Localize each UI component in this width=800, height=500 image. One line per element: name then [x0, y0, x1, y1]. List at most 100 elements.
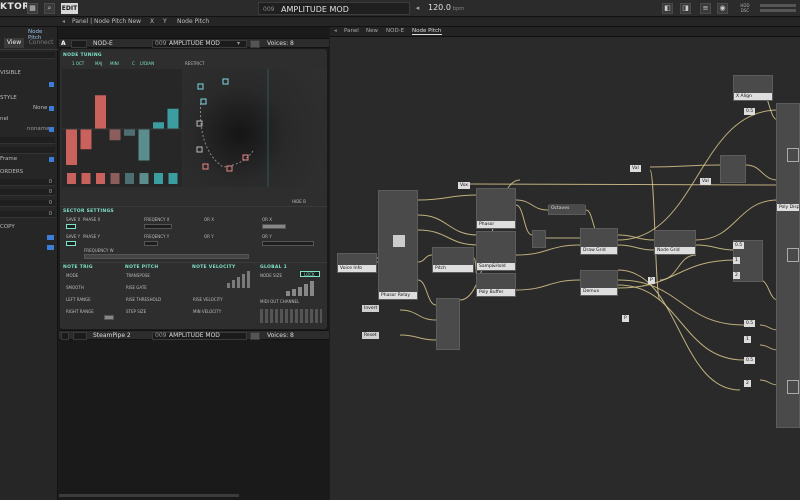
audio-icon[interactable]: ◉ [717, 3, 728, 14]
second-instrument-icon[interactable] [73, 332, 87, 340]
second-instrument-toggle[interactable] [61, 332, 69, 340]
const-val-2[interactable]: Val [700, 178, 711, 185]
edit-button[interactable]: EDIT [61, 3, 78, 14]
grid-icon[interactable]: ▦ [27, 3, 38, 14]
sector-x-toggle[interactable] [66, 224, 76, 229]
search-icon[interactable]: ⌕ [44, 3, 55, 14]
border-field-4[interactable]: 0 [0, 211, 55, 218]
instrument-icon-box[interactable] [71, 40, 87, 48]
second-instrument-name[interactable]: SteamPipe 2 [93, 332, 131, 339]
graph-crumb-2[interactable]: NOD-E [386, 28, 404, 34]
midi-channel-grid[interactable] [260, 309, 322, 323]
freq-x-slider[interactable] [144, 224, 172, 229]
const-1-a[interactable]: 1 [733, 257, 740, 264]
frequency-w-slider[interactable] [84, 254, 249, 259]
node-compare[interactable] [720, 155, 746, 183]
node-xy-align[interactable]: X Align [733, 75, 773, 101]
border-field-1[interactable]: 0 [0, 179, 55, 186]
tuning-scale[interactable]: LYDIAN [140, 61, 154, 66]
graph-crumb-0[interactable]: Panel [344, 28, 359, 34]
node-phasor-relay[interactable]: Phasor Relay [378, 190, 418, 300]
const-p-2[interactable]: P [622, 315, 629, 322]
node-reset[interactable]: Reset [362, 332, 379, 339]
graph-wire [617, 284, 745, 361]
node-phasor[interactable]: Phasor [476, 188, 516, 229]
const-05-a[interactable]: 0.5 [733, 242, 745, 249]
tuning-mini[interactable]: MINI [110, 61, 119, 66]
node-bars-area[interactable] [62, 69, 182, 187]
const-05-c[interactable]: 0.5 [744, 357, 756, 364]
hide-button[interactable]: HIDE B [292, 199, 306, 204]
graph-crumb-1[interactable]: New [366, 28, 378, 34]
node-poly-display[interactable]: Poly Display [776, 103, 800, 428]
or-y-slider[interactable] [262, 241, 314, 246]
copy-toggle-2[interactable] [47, 245, 54, 250]
node-octaves[interactable]: Octaves [548, 204, 586, 215]
const-1-b[interactable]: 1 [744, 336, 751, 343]
tuning-root[interactable]: C [132, 61, 135, 66]
panel-scrollbar[interactable] [59, 494, 239, 497]
graph-crumb-3[interactable]: Node Pitch [412, 28, 442, 35]
border-field-2[interactable]: 0 [0, 189, 55, 196]
sidebar-field-2[interactable] [0, 137, 55, 144]
const-val-1[interactable]: Val [630, 165, 641, 172]
node-bar [124, 129, 135, 136]
trig-right-box[interactable] [104, 315, 114, 320]
node-small-mult[interactable] [532, 230, 546, 248]
node-demux[interactable]: Demux [580, 270, 618, 296]
const-p-1[interactable]: P [648, 277, 655, 284]
tab-view[interactable]: View [4, 38, 24, 48]
tuning-maj[interactable]: MAJ [95, 61, 102, 66]
node-size-meter[interactable] [284, 281, 320, 297]
tab-connect[interactable]: Connect [26, 38, 56, 48]
label-field-value[interactable]: noname [27, 126, 49, 132]
preset-prev-icon[interactable]: ◂ [412, 3, 423, 14]
node-bars-chart[interactable] [62, 69, 182, 187]
instrument-name[interactable]: NOD-E [93, 40, 113, 47]
const-05-b[interactable]: 0.5 [744, 320, 756, 327]
node-node-grid[interactable]: Node Grid [654, 230, 696, 255]
preset-dropdown-icon[interactable]: ▾ [237, 40, 240, 47]
tuning-restrict[interactable]: RESTRICT [185, 61, 204, 66]
breadcrumb-item-4[interactable]: Node Pitch [177, 18, 209, 25]
or-x-slider[interactable] [262, 224, 286, 229]
const-05-d[interactable]: 0.5 [744, 108, 756, 115]
breadcrumb-item-1[interactable]: New [128, 18, 141, 25]
ensemble-label[interactable]: A [61, 40, 66, 47]
const-vox[interactable]: Vox [458, 182, 471, 189]
tempo-display[interactable]: 120.0 bpm [428, 3, 476, 14]
toggle-icon[interactable]: ◨ [680, 3, 691, 14]
nav-back-icon[interactable]: ◂ [62, 18, 65, 25]
node-draw-grid[interactable]: Draw Grid [580, 228, 618, 255]
breadcrumb-item-0[interactable]: Panel | Node Pitch [72, 18, 126, 25]
node-sample-hold[interactable]: Samp&Hold [476, 231, 516, 271]
freq-y-slider[interactable] [144, 241, 158, 246]
style-dropdown-icon[interactable] [49, 106, 54, 111]
sector-y-toggle[interactable] [66, 241, 76, 246]
const-2-a[interactable]: 2 [733, 272, 740, 279]
const-2-b[interactable]: 2 [744, 380, 751, 387]
breadcrumb-item-2[interactable]: X [150, 18, 154, 25]
node-invert[interactable]: Invert [362, 305, 380, 312]
sidebar-field[interactable] [0, 52, 55, 59]
global-lock-button[interactable]: LOCK [300, 271, 320, 277]
node-voice-info[interactable]: Voice Info [337, 253, 377, 273]
node-xy-pad[interactable] [183, 69, 325, 187]
sidebar-field-3[interactable] [0, 147, 55, 154]
midi-icon[interactable]: ≡ [700, 3, 711, 14]
copy-toggle-1[interactable] [47, 235, 54, 240]
breadcrumb-item-3[interactable]: Y [163, 18, 167, 25]
frame-checkbox[interactable] [49, 157, 54, 162]
node-pitch[interactable]: Pitch [432, 247, 474, 273]
speaker-icon[interactable]: ◧ [662, 3, 673, 14]
node-logic[interactable] [436, 298, 460, 350]
visible-checkbox[interactable] [49, 82, 54, 87]
second-snapshot-icon[interactable] [250, 332, 260, 340]
tuning-oct[interactable]: 1 OCT [72, 61, 84, 66]
label-checkbox[interactable] [49, 127, 54, 132]
border-field-3[interactable]: 0 [0, 200, 55, 207]
preset-display[interactable]: 009 AMPLITUDE MOD [258, 2, 410, 15]
snapshot-icon[interactable] [250, 40, 260, 48]
style-value[interactable]: None [33, 105, 47, 111]
node-poly-buffer[interactable]: Poly Buffer [476, 273, 516, 297]
